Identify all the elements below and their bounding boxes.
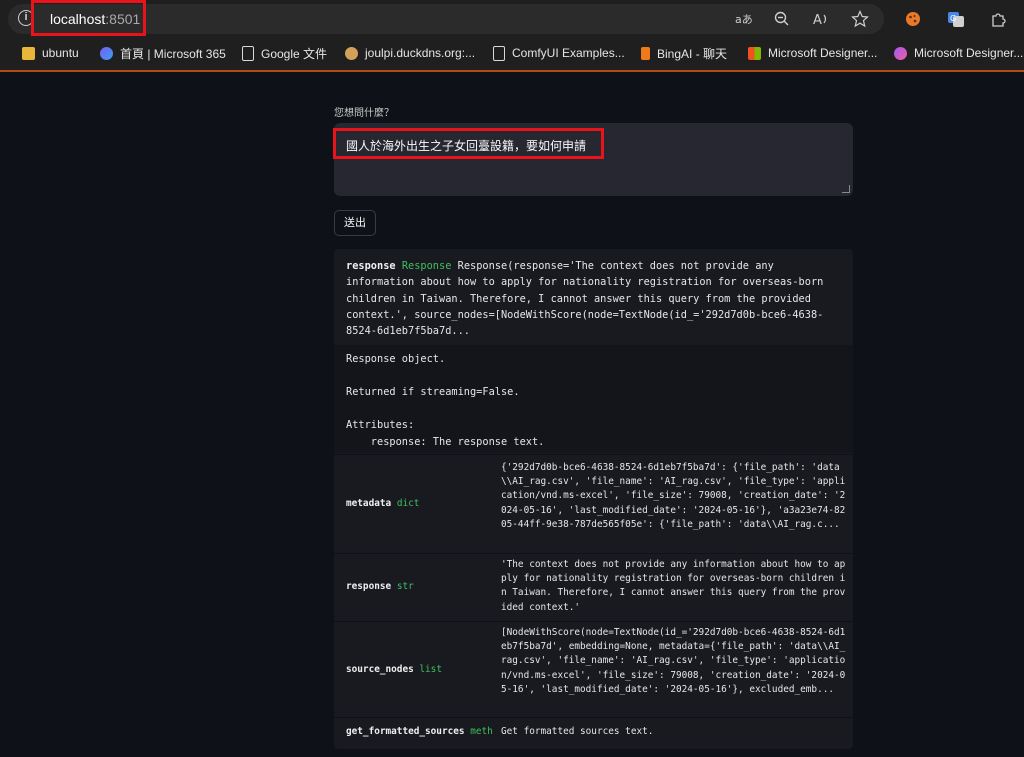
site-icon (345, 46, 358, 60)
bookmark-designer-1[interactable]: Microsoft Designer... (748, 45, 877, 61)
question-label: 您想問什麼？ (334, 108, 394, 119)
attribute-name: response str (346, 581, 414, 592)
header-accent-line (0, 70, 1024, 72)
zoom-out-icon[interactable] (773, 10, 791, 28)
extensions-puzzle-icon[interactable] (990, 10, 1008, 28)
document-icon (242, 45, 254, 61)
docstring-text: Response object. Returned if streaming=F… (346, 353, 545, 448)
favorite-star-icon[interactable] (851, 10, 869, 28)
question-textarea[interactable]: 國人於海外出生之子女回臺設籍，要如何申請 (333, 123, 853, 196)
attribute-row-metadata: metadata dict {'292d7d0b-bce6-4638-8524-… (334, 454, 853, 553)
document-icon (493, 45, 505, 61)
response-type: Response (401, 260, 452, 272)
bookmarks-bar: ubuntu 首頁 | Microsoft 365 Google 文件 joul… (0, 39, 1024, 67)
attribute-value: Get formatted sources text. (501, 726, 654, 737)
svg-text:G: G (950, 14, 956, 23)
bookmark-joulpi[interactable]: joulpi.duckdns.org:... (345, 45, 475, 61)
attribute-value: [NodeWithScore(node=TextNode(id_='292d7d… (501, 627, 846, 695)
bookmark-label: BingAI - 聊天 (657, 46, 728, 61)
bookmark-label: joulpi.duckdns.org:... (365, 46, 476, 60)
attribute-name: metadata dict (346, 498, 420, 509)
read-aloud-translate-icon[interactable]: aあ (734, 10, 753, 28)
app-main: 您想問什麼？ 國人於海外出生之子女回臺設籍，要如何申請 送出 response … (333, 104, 853, 749)
bookmark-label: Microsoft Designer... (768, 46, 878, 60)
bookmark-google-docs[interactable]: Google 文件 (242, 45, 327, 61)
attribute-value: {'292d7d0b-bce6-4638-8524-6d1eb7f5ba7d':… (501, 462, 846, 530)
resize-handle-icon[interactable] (842, 185, 850, 193)
url-highlight-box (31, 0, 146, 36)
browser-chrome: i localhost:8501 aあ A G ubuntu 首頁 | Micr… (0, 0, 1024, 72)
response-header: response Response Response(response='The… (346, 258, 841, 339)
bookmark-label: ubuntu (42, 46, 79, 60)
bing-icon (641, 46, 650, 60)
bookmark-designer-2[interactable]: Microsoft Designer... (894, 45, 1023, 61)
bookmark-label: Microsoft Designer... (914, 46, 1024, 60)
svg-text:A: A (813, 13, 822, 28)
bookmark-ubuntu[interactable]: ubuntu (22, 45, 79, 61)
bookmark-bingai[interactable]: BingAI - 聊天 (641, 45, 727, 61)
bookmark-microsoft-365[interactable]: 首頁 | Microsoft 365 (100, 45, 226, 61)
attribute-name: source_nodes list (346, 664, 442, 675)
read-aloud-icon[interactable]: A (812, 10, 830, 28)
address-row: i localhost:8501 aあ A G (0, 0, 1024, 38)
attribute-name: get_formatted_sources meth (346, 726, 493, 737)
attribute-row-get-formatted-sources: get_formatted_sources meth Get formatted… (334, 717, 853, 748)
response-var-name: response (346, 260, 396, 272)
send-button[interactable]: 送出 (334, 210, 376, 236)
attribute-row-source-nodes: source_nodes list [NodeWithScore(node=Te… (334, 621, 853, 717)
extension-cookie-icon[interactable] (904, 10, 922, 28)
svg-text:aあ: aあ (735, 13, 752, 26)
attribute-value: 'The context does not provide any inform… (501, 559, 846, 613)
bookmark-label: ComfyUI Examples... (512, 46, 625, 60)
folder-icon (22, 46, 35, 60)
response-inspector: response Response Response(response='The… (334, 249, 853, 749)
bookmark-label: Google 文件 (261, 46, 328, 61)
attribute-row-response: response str 'The context does not provi… (334, 553, 853, 621)
microsoft-icon (748, 46, 761, 60)
bookmark-label: 首頁 | Microsoft 365 (120, 46, 226, 61)
translate-icon[interactable]: G (947, 10, 965, 28)
question-highlight-box (333, 128, 604, 159)
designer-icon (894, 46, 907, 60)
bookmark-comfyui[interactable]: ComfyUI Examples... (493, 45, 625, 61)
m365-icon (100, 46, 113, 60)
response-docstring: Response object. Returned if streaming=F… (334, 345, 853, 453)
